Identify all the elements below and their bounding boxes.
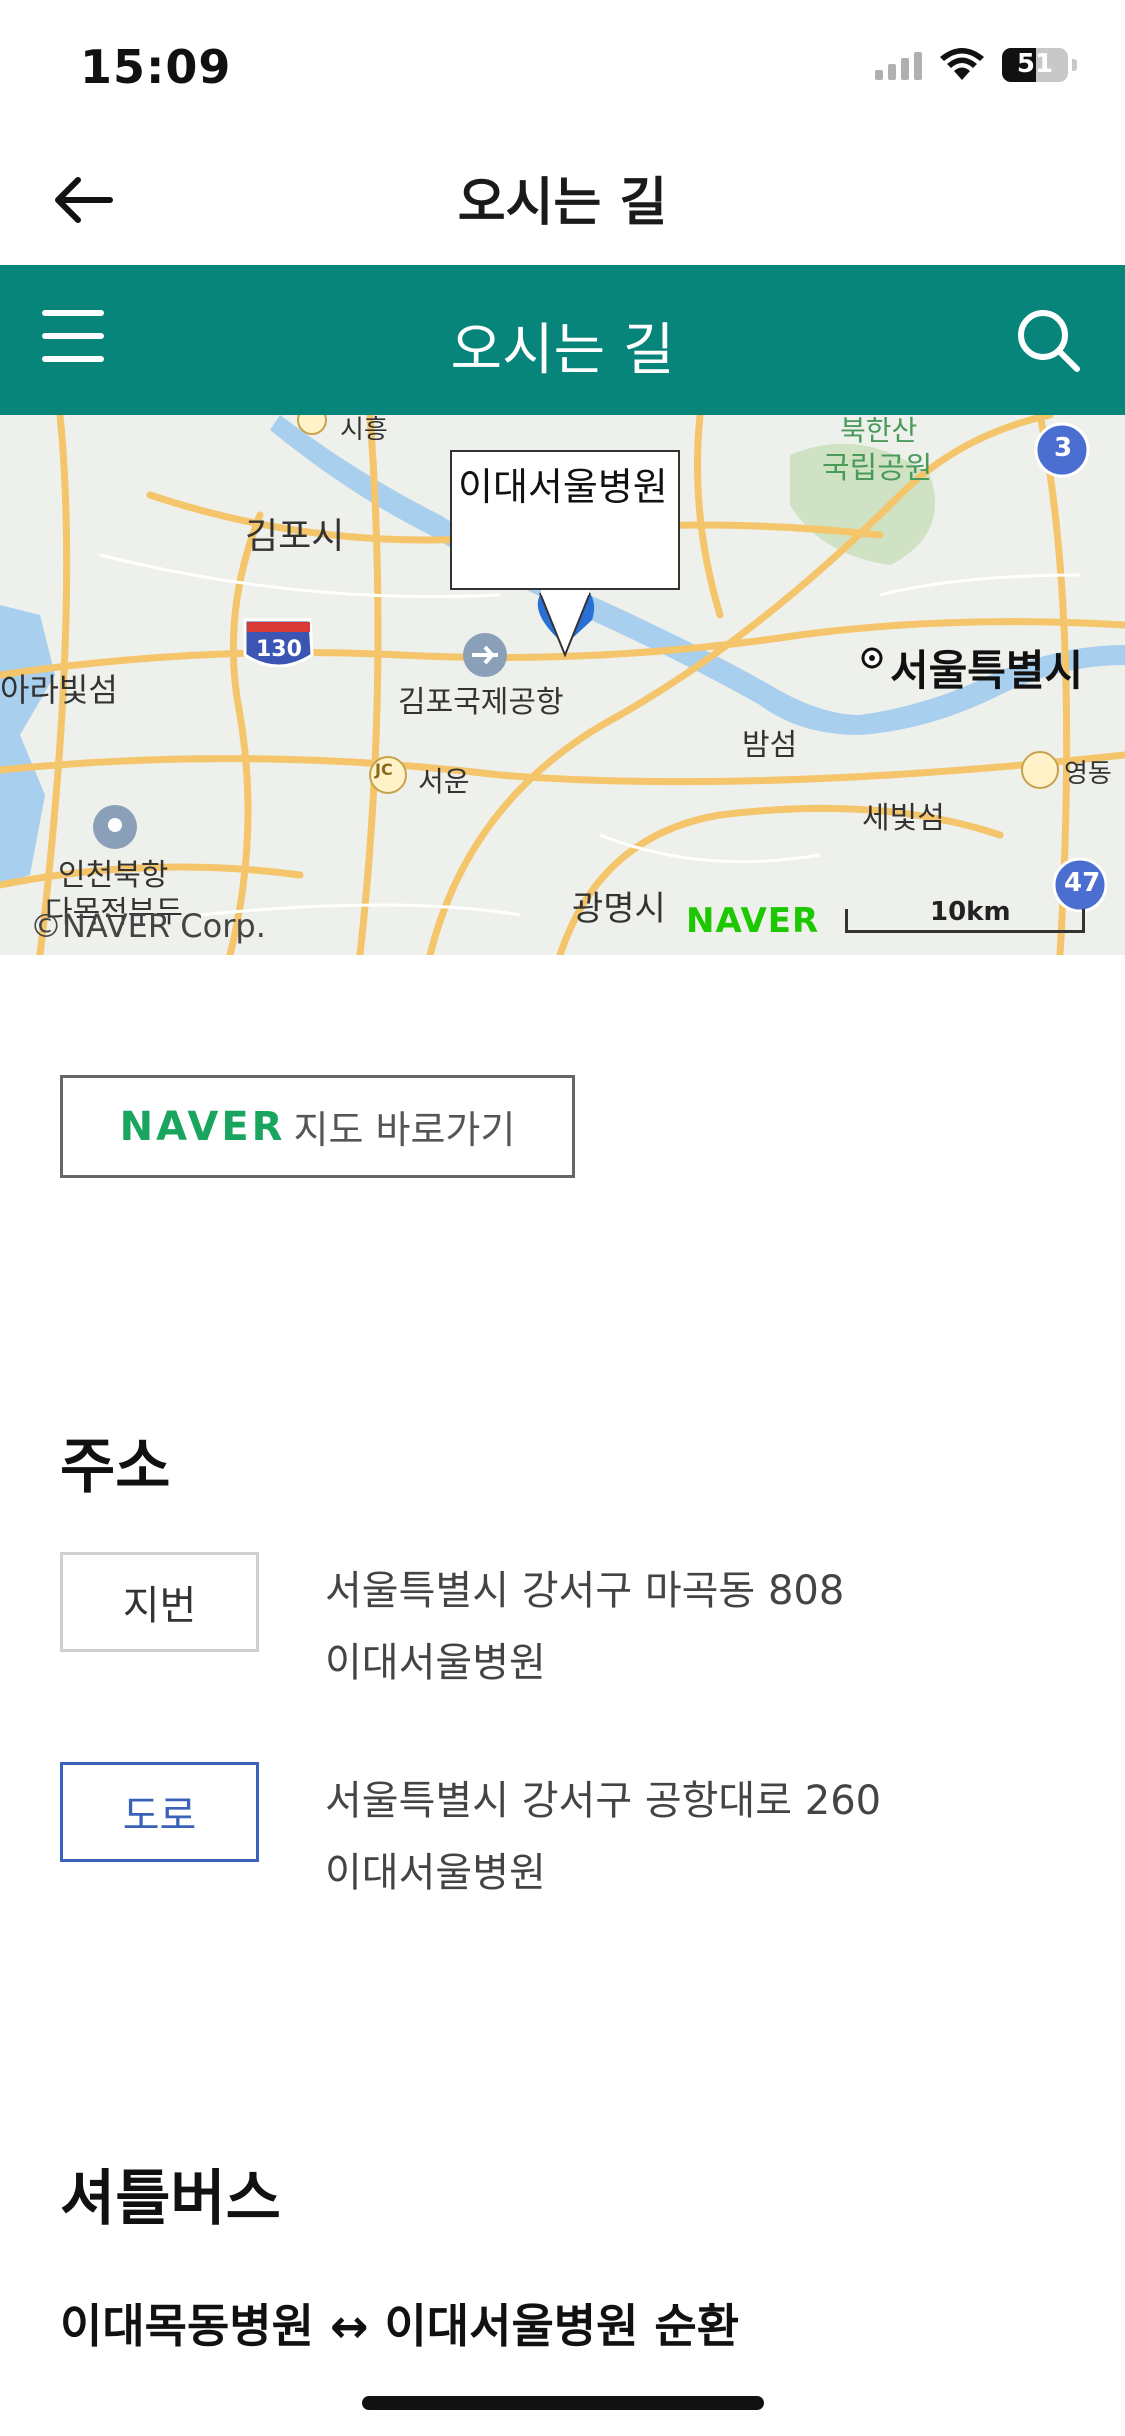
route-47-label: 47 (1064, 868, 1101, 898)
jc-badge: JC (375, 760, 393, 779)
map-label-ara: 아라빛섬 (0, 671, 118, 709)
site-header: 오시는 길 (0, 265, 1125, 415)
home-indicator[interactable] (362, 2396, 764, 2410)
road-address-line-2: 이대서울병원 (325, 1850, 546, 1896)
map-label-yeongdong: 영동 (1064, 759, 1112, 789)
jibun-tag: 지번 (60, 1552, 259, 1652)
jibun-address-line-2: 이대서울병원 (325, 1640, 546, 1686)
shuttle-section-title: 셔틀버스 (60, 2164, 281, 2234)
status-icons: 51 (875, 48, 1077, 82)
road-tag: 도로 (60, 1762, 259, 1862)
jibun-address: 서울특별시 강서구 마곡동 808 이대서울병원 (325, 1555, 844, 1699)
map-label-seoun: 서운 (418, 765, 470, 798)
cellular-signal-icon (875, 50, 922, 80)
battery-cap (1072, 59, 1077, 71)
naver-map-link-button[interactable]: NAVER 지도 바로가기 (60, 1075, 575, 1178)
jibun-address-line-1: 서울특별시 강서구 마곡동 808 (325, 1568, 845, 1614)
battery-level: 51 (1016, 49, 1054, 79)
road-address: 서울특별시 강서구 공항대로 260 이대서울병원 (325, 1765, 881, 1909)
status-bar: 15:09 51 (0, 0, 1125, 130)
map-label-sebit: 세빛섬 (862, 801, 945, 836)
road-address-line-1: 서울특별시 강서구 공항대로 260 (325, 1778, 882, 1824)
naver-map-link-text: 지도 바로가기 (293, 1108, 516, 1152)
wifi-icon (940, 48, 984, 80)
search-icon (1018, 310, 1080, 372)
map-label-gwangmyeong: 광명시 (572, 889, 666, 929)
shuttle-route-title: 이대목동병원 ↔ 이대서울병원 순환 (60, 2299, 740, 2353)
route-3-label: 3 (1054, 433, 1073, 463)
map-copyright: ©NAVER Corp. (30, 907, 266, 945)
map-label-seoul: 서울특별시 (890, 646, 1084, 695)
map-label-bamseom: 밤섬 (742, 728, 798, 763)
nav-header: 오시는 길 (0, 130, 1125, 265)
naver-brand-text: NAVER (119, 1103, 286, 1150)
site-header-title: 오시는 길 (450, 318, 675, 383)
map-scale-bar (845, 909, 1085, 933)
map-label-airport: 김포국제공항 (398, 685, 564, 720)
status-time: 15:09 (80, 40, 232, 94)
search-button[interactable] (1013, 305, 1083, 375)
map-label-top: 시흥 (340, 415, 388, 445)
route-130-label: 130 (256, 637, 302, 662)
page-title: 오시는 길 (457, 173, 668, 233)
map-label-gimpo: 김포시 (245, 516, 345, 557)
battery-icon: 51 (1002, 48, 1068, 82)
map-label-bukhan-2: 국립공원 (822, 451, 933, 486)
map-view[interactable]: 김포시 김포국제공항 서울특별시 아라빛섬 인천북항 다목적부두 서운 JC 밤… (0, 415, 1125, 955)
naver-map-logo: NAVER (686, 901, 820, 941)
address-section-title: 주소 (60, 1432, 171, 1502)
map-callout: 이대서울병원 (450, 450, 680, 590)
